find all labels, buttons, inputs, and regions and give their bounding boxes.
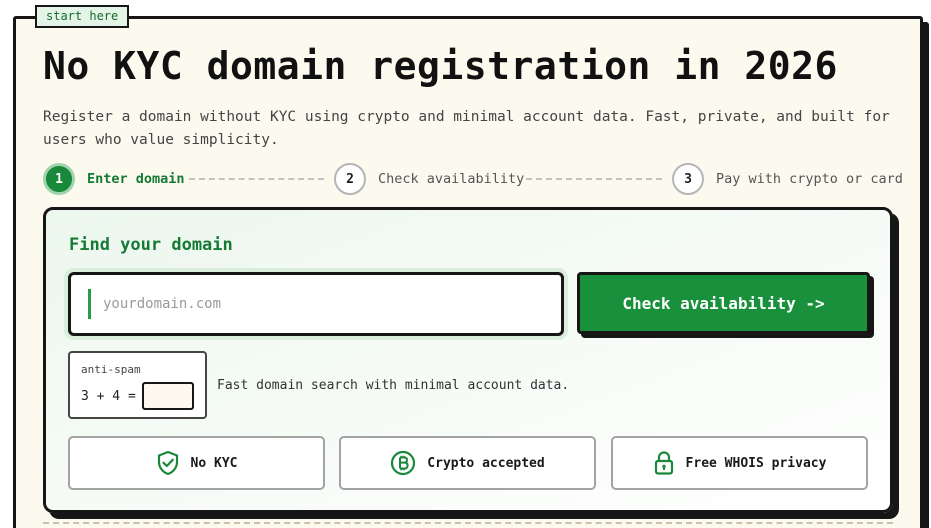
step-2-number: 2: [346, 171, 354, 187]
step-connector: [526, 178, 662, 180]
step-3-label: Pay with crypto or card: [716, 171, 903, 187]
step-1-indicator: 1: [43, 163, 75, 195]
domain-input-container[interactable]: [68, 272, 564, 336]
text-caret: [88, 289, 91, 319]
bitcoin-coin-icon: [390, 450, 416, 476]
feature-label: No KYC: [190, 455, 238, 471]
step-3-indicator: 3: [672, 163, 704, 195]
start-here-tag: start here: [35, 5, 130, 28]
antispam-note: Fast domain search with minimal account …: [217, 378, 570, 393]
feature-label: Free WHOIS privacy: [685, 455, 827, 471]
feature-label: Crypto accepted: [427, 455, 545, 471]
step-2-label: Check availability: [378, 171, 525, 187]
domain-search-card: Find your domain Check availability -> a…: [43, 207, 893, 513]
antispam-question: 3 + 4 =: [81, 389, 136, 404]
section-divider: [43, 522, 893, 524]
card-title: Find your domain: [69, 235, 233, 255]
step-connector: [189, 178, 324, 180]
feature-no-kyc[interactable]: No KYC: [68, 436, 325, 490]
padlock-icon: [653, 450, 675, 476]
check-availability-button[interactable]: Check availability ->: [577, 272, 870, 334]
shield-check-icon: [156, 450, 180, 476]
step-1-number: 1: [55, 171, 63, 187]
feature-crypto-accepted[interactable]: Crypto accepted: [339, 436, 596, 490]
progress-steps: 1 Enter domain 2 Check availability 3 Pa…: [43, 163, 903, 195]
feature-whois-privacy[interactable]: Free WHOIS privacy: [611, 436, 868, 490]
page-title: No KYC domain registration in 2026: [43, 44, 838, 88]
antispam-label: anti-spam: [81, 363, 141, 376]
step-1-label: Enter domain: [87, 171, 185, 187]
step-2-indicator: 2: [334, 163, 366, 195]
domain-search-input[interactable]: [103, 289, 543, 319]
step-3-number: 3: [684, 171, 692, 187]
page-subtitle: Register a domain without KYC using cryp…: [43, 109, 890, 148]
antispam-answer-input[interactable]: [142, 382, 194, 410]
antispam-box: anti-spam 3 + 4 =: [68, 351, 207, 419]
